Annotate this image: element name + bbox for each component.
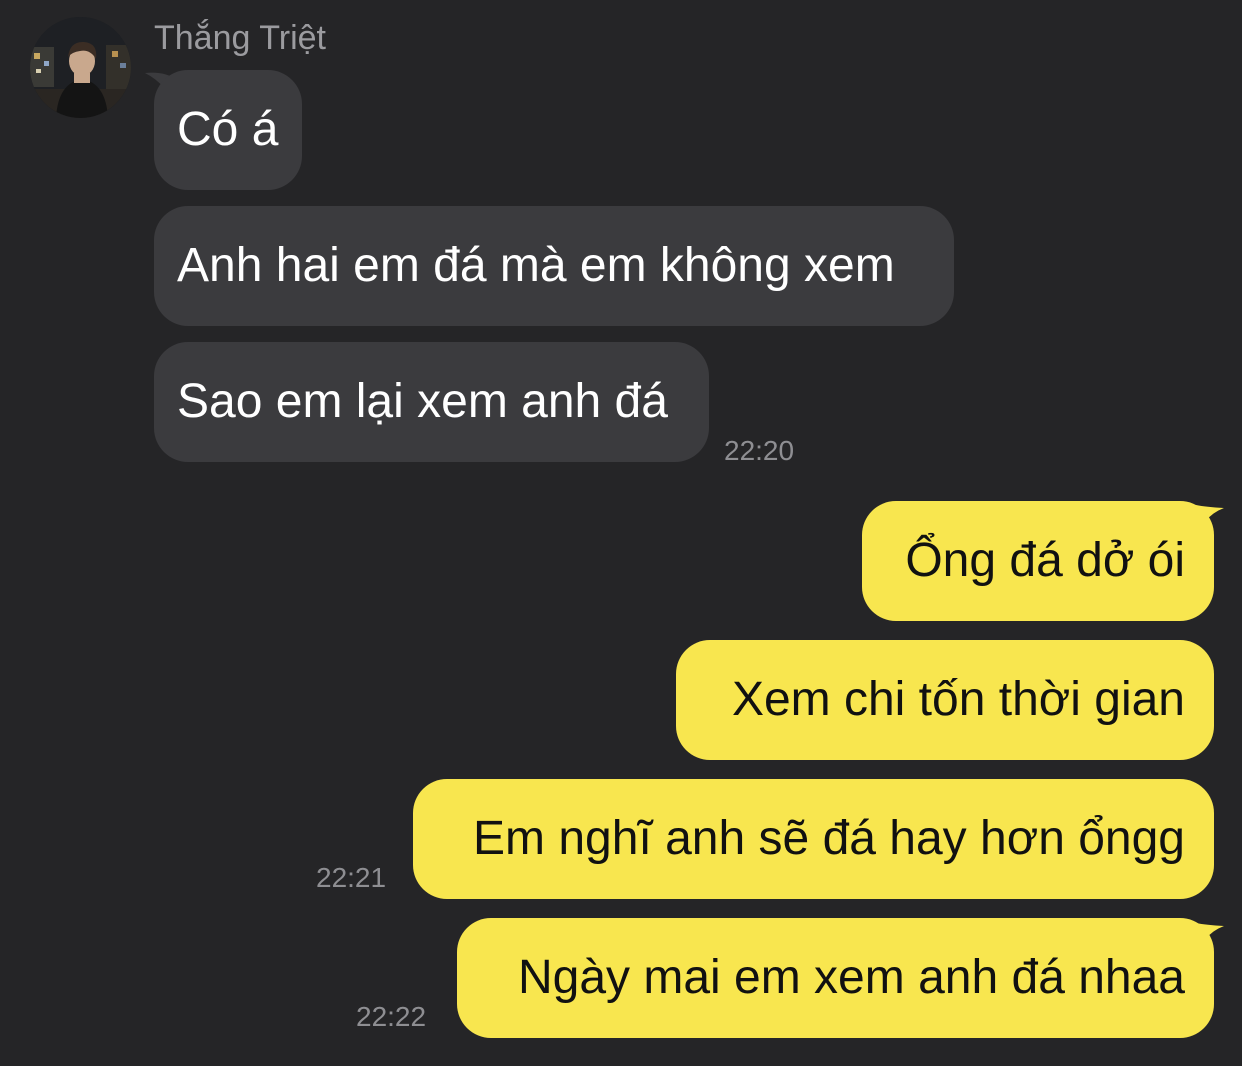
message-text: Ngày mai em xem anh đá nhaa <box>517 951 1185 1004</box>
incoming-message[interactable]: Có á <box>154 70 302 190</box>
message-text: Anh hai em đá mà em không xem <box>177 239 895 292</box>
outgoing-message[interactable]: Em nghĩ anh sẽ đá hay hơn ổngg <box>413 779 1214 899</box>
message-timestamp: 22:20 <box>724 435 795 466</box>
message-text: Sao em lại xem anh đá <box>177 375 668 428</box>
message-timestamp: 22:22 <box>356 1001 427 1032</box>
contact-avatar[interactable] <box>30 17 131 118</box>
message-text: Xem chi tốn thời gian <box>731 673 1185 726</box>
incoming-message[interactable]: Anh hai em đá mà em không xem <box>154 206 954 326</box>
message-timestamp: 22:21 <box>316 862 387 893</box>
message-text: Ổng đá dở ói <box>905 534 1185 587</box>
incoming-message[interactable]: Sao em lại xem anh đá <box>154 342 709 462</box>
message-text: Có á <box>177 103 279 156</box>
message-text: Em nghĩ anh sẽ đá hay hơn ổngg <box>473 812 1185 865</box>
avatar-photo-icon <box>30 17 131 118</box>
outgoing-message[interactable]: Ổng đá dở ói <box>862 501 1214 621</box>
outgoing-message[interactable]: Ngày mai em xem anh đá nhaa <box>457 918 1214 1038</box>
outgoing-message[interactable]: Xem chi tốn thời gian <box>676 640 1214 760</box>
sender-name: Thắng Triệt <box>154 19 326 57</box>
